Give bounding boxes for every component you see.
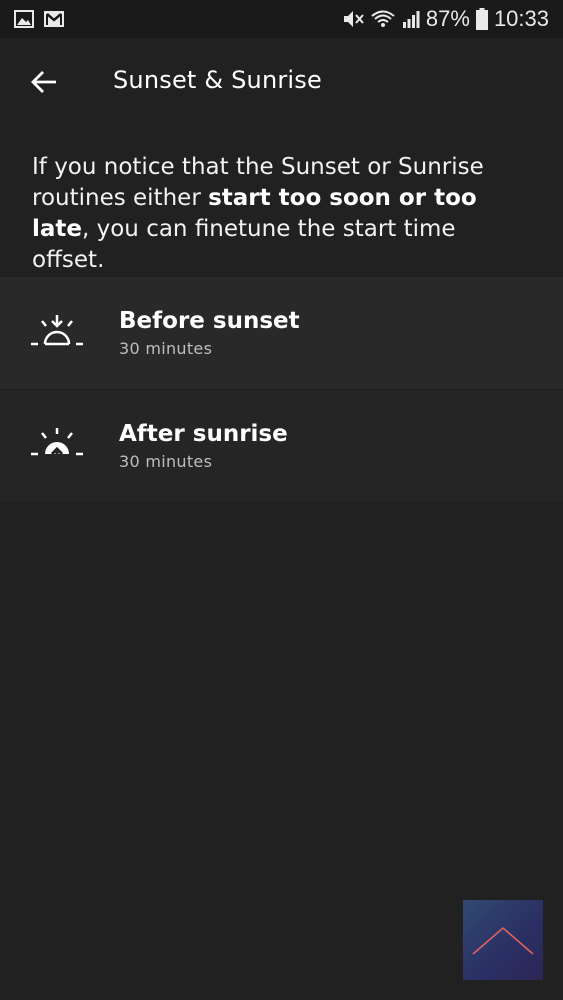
description-text: If you notice that the Sunset or Sunrise… <box>32 152 532 276</box>
item-subtitle: 30 minutes <box>119 339 213 358</box>
back-arrow-icon <box>31 71 56 93</box>
wifi-icon <box>371 10 395 27</box>
battery-percent: 87% <box>425 6 470 31</box>
image-icon <box>14 10 34 28</box>
gmail-icon <box>44 11 64 27</box>
signal-icon <box>402 11 420 28</box>
sunset-icon <box>31 315 83 346</box>
mute-icon <box>343 11 364 27</box>
app-bar: Sunset & Sunrise <box>0 38 563 126</box>
chevron-up-icon <box>472 926 534 955</box>
item-subtitle: 30 minutes <box>119 452 213 471</box>
status-time: 10:33 <box>493 6 549 31</box>
status-bar: 87% 10:33 <box>0 0 563 38</box>
status-bar-left <box>14 10 64 28</box>
list-item-after-sunrise[interactable]: After sunrise 30 minutes <box>0 390 563 502</box>
scroll-up-button[interactable] <box>463 900 543 980</box>
item-title: Before sunset <box>119 308 300 334</box>
page-title: Sunset & Sunrise <box>113 66 322 94</box>
back-button[interactable] <box>18 56 70 108</box>
item-title: After sunrise <box>119 421 288 447</box>
status-bar-right: 87% 10:33 <box>342 6 549 32</box>
list-item-before-sunset[interactable]: Before sunset 30 minutes <box>0 277 563 389</box>
sunrise-icon <box>31 428 83 464</box>
description-part2: , you can finetune the start time offset… <box>32 216 456 273</box>
battery-icon <box>475 8 488 30</box>
